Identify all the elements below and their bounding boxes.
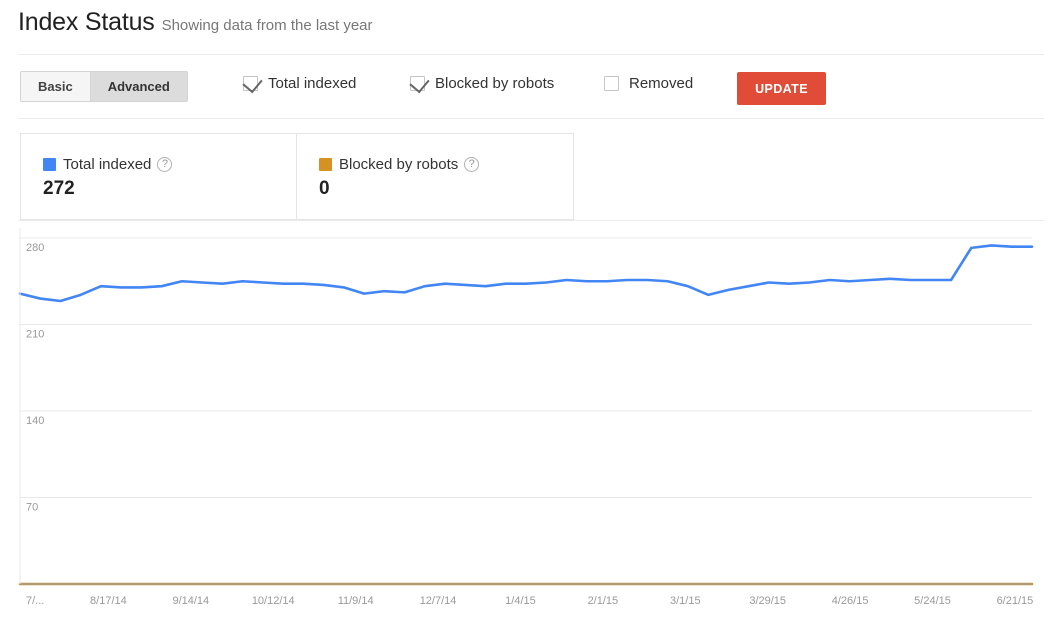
x-axis-tick-label: 5/24/15 — [914, 595, 951, 607]
stat-card-blocked-by-robots: Blocked by robots ? 0 — [297, 133, 574, 220]
x-axis-tick-label: 8/17/14 — [90, 595, 127, 607]
update-button[interactable]: UPDATE — [737, 72, 826, 105]
checkbox-blocked-by-robots-label: Blocked by robots — [435, 75, 555, 92]
chart-svg: 70 140 210 280 7/... 8/17/14 9/14/14 10/12/14 1… — [18, 228, 1034, 607]
x-axis-tick-label: 12/7/14 — [420, 595, 457, 607]
x-axis-tick-label: 2/1/15 — [588, 595, 619, 607]
tab-advanced[interactable]: Advanced — [89, 72, 187, 101]
checkbox-removed[interactable]: Removed — [604, 75, 693, 92]
x-axis-tick-label: 6/21/15 — [997, 595, 1034, 607]
x-axis-tick-label: 3/29/15 — [749, 595, 786, 607]
checkmark-icon[interactable] — [410, 76, 425, 91]
chart-series-group — [18, 244, 1034, 586]
checkbox-removed-label: Removed — [629, 75, 694, 92]
page-title: Index Status — [18, 8, 155, 36]
chart-x-axis — [19, 228, 1032, 585]
summary-cards: Total indexed ? 272 Blocked by robots ? … — [20, 133, 574, 220]
stat-card-header: Blocked by robots ? — [319, 156, 573, 173]
index-status-chart: 70 140 210 280 7/... 8/17/14 9/14/14 10/12/14 1… — [0, 228, 1054, 618]
x-axis-tick-label: 4/26/15 — [832, 595, 869, 607]
chart-x-axis-labels: 7/... 8/17/14 9/14/14 10/12/14 11/9/14 12/7/1… — [26, 595, 1033, 607]
checkbox-total-indexed[interactable]: Total indexed — [243, 75, 356, 92]
y-axis-tick-label: 280 — [26, 242, 44, 254]
y-axis-tick-label: 210 — [26, 329, 44, 341]
checkbox-blocked-by-robots[interactable]: Blocked by robots — [410, 75, 554, 92]
x-axis-tick-label: 10/12/14 — [252, 595, 295, 607]
chart-gridlines — [20, 237, 1032, 498]
x-axis-tick-label: 1/4/15 — [505, 595, 536, 607]
stat-card-total-indexed: Total indexed ? 272 — [20, 133, 297, 220]
x-axis-tick-label: 11/9/14 — [338, 595, 374, 607]
stat-card-value: 272 — [43, 178, 75, 199]
view-mode-tab-group: Basic Advanced — [20, 71, 188, 102]
y-axis-tick-label: 70 — [26, 502, 38, 514]
chart-line-total-indexed — [18, 244, 1034, 303]
chart-y-axis-labels: 70 140 210 280 — [26, 242, 44, 514]
tab-basic[interactable]: Basic — [21, 72, 90, 101]
cards-divider — [18, 220, 1044, 221]
y-axis-tick-label: 140 — [26, 415, 44, 427]
stat-card-header: Total indexed ? — [43, 156, 296, 173]
stat-card-title: Blocked by robots — [339, 156, 459, 173]
x-axis-tick-label: 3/1/15 — [670, 595, 701, 607]
stat-card-title: Total indexed — [63, 156, 152, 173]
stat-card-value: 0 — [319, 178, 330, 199]
page-subtitle: Showing data from the last year — [161, 17, 373, 34]
index-status-page: Index Status Showing data from the last y… — [0, 0, 1054, 618]
legend-swatch-total-indexed — [43, 158, 56, 171]
checkbox-total-indexed-label: Total indexed — [268, 75, 357, 92]
legend-swatch-blocked-by-robots — [319, 158, 332, 171]
x-axis-tick-label: 9/14/14 — [172, 595, 209, 607]
x-axis-tick-label: 7/... — [26, 595, 44, 607]
checkmark-icon[interactable] — [243, 76, 258, 91]
empty-checkbox-icon[interactable] — [604, 76, 619, 91]
question-mark-icon[interactable]: ? — [464, 157, 480, 172]
toolbar: Basic Advanced Total indexed Blocked by … — [0, 55, 1054, 118]
toolbar-divider — [18, 118, 1044, 119]
question-mark-icon[interactable]: ? — [157, 157, 173, 172]
page-header: Index Status Showing data from the last y… — [0, 0, 1054, 55]
